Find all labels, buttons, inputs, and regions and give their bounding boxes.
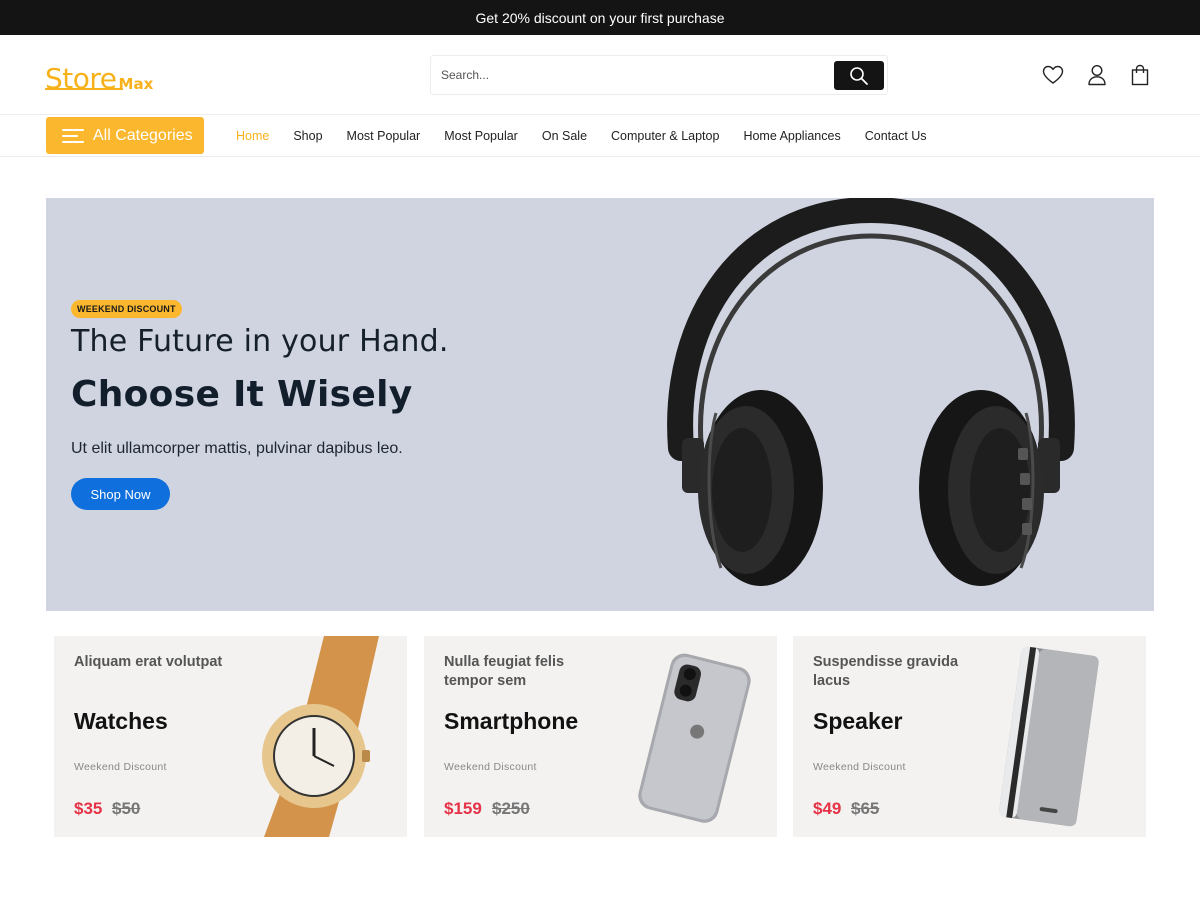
headphones-image bbox=[667, 198, 1075, 586]
cart-button[interactable] bbox=[1128, 63, 1152, 87]
card-old-price: $250 bbox=[492, 799, 530, 818]
product-card-watches[interactable]: Aliquam erat volutpat Watches Weekend Di… bbox=[54, 636, 407, 837]
shop-now-button[interactable]: Shop Now bbox=[71, 478, 170, 510]
menu-icon bbox=[62, 128, 84, 143]
shopping-bag-icon bbox=[1131, 64, 1149, 86]
nav-link-contact-us[interactable]: Contact Us bbox=[865, 129, 927, 143]
nav-links: Home Shop Most Popular Most Popular On S… bbox=[236, 115, 951, 157]
nav-link-most-popular[interactable]: Most Popular bbox=[347, 129, 421, 143]
all-categories-label: All Categories bbox=[93, 126, 193, 144]
card-tag: Weekend Discount bbox=[813, 761, 906, 773]
nav-link-on-sale[interactable]: On Sale bbox=[542, 129, 587, 143]
hero-title: Choose It Wisely bbox=[71, 374, 413, 415]
announcement-bar: Get 20% discount on your first purchase bbox=[0, 0, 1200, 35]
hero-description: Ut elit ullamcorper mattis, pulvinar dap… bbox=[71, 440, 403, 457]
main-nav: All Categories Home Shop Most Popular Mo… bbox=[0, 115, 1200, 157]
card-subtitle: Nulla feugiat felis tempor sem bbox=[444, 654, 565, 689]
card-subtitle: Aliquam erat volutpat bbox=[74, 654, 223, 670]
hero-banner: WEEKEND DISCOUNT The Future in your Hand… bbox=[46, 198, 1154, 611]
hero-badge: WEEKEND DISCOUNT bbox=[71, 300, 182, 318]
nav-link-home[interactable]: Home bbox=[236, 129, 269, 143]
card-old-price: $65 bbox=[851, 799, 880, 818]
account-button[interactable] bbox=[1085, 63, 1109, 87]
watch-image bbox=[262, 636, 379, 837]
logo[interactable]: Store Max bbox=[45, 57, 153, 93]
card-title: Smartphone bbox=[444, 708, 579, 734]
site-header: Store Max bbox=[0, 35, 1200, 115]
nav-link-home-appliances[interactable]: Home Appliances bbox=[743, 129, 840, 143]
smartphone-image bbox=[638, 653, 751, 823]
card-tag: Weekend Discount bbox=[74, 761, 167, 773]
logo-underline bbox=[45, 88, 123, 90]
card-title: Watches bbox=[74, 708, 168, 734]
card-price: $159 bbox=[444, 799, 482, 818]
logo-sub-text: Max bbox=[118, 75, 154, 93]
nav-link-shop[interactable]: Shop bbox=[293, 129, 322, 143]
announcement-text: Get 20% discount on your first purchase bbox=[475, 9, 725, 26]
user-icon bbox=[1088, 64, 1106, 86]
speaker-image bbox=[999, 646, 1099, 827]
nav-link-most-popular-2[interactable]: Most Popular bbox=[444, 129, 518, 143]
heart-icon bbox=[1042, 65, 1064, 84]
card-tag: Weekend Discount bbox=[444, 761, 537, 773]
card-title: Speaker bbox=[813, 708, 903, 734]
card-subtitle: Suspendisse gravida lacus bbox=[813, 654, 959, 689]
card-old-price: $50 bbox=[112, 799, 141, 818]
nav-link-computer-laptop[interactable]: Computer & Laptop bbox=[611, 129, 719, 143]
card-price: $35 bbox=[74, 799, 103, 818]
product-card-speaker[interactable]: Suspendisse gravida lacus Speaker Weeken… bbox=[793, 636, 1146, 837]
all-categories-button[interactable]: All Categories bbox=[46, 117, 204, 154]
product-card-smartphone[interactable]: Nulla feugiat felis tempor sem Smartphon… bbox=[424, 636, 777, 837]
search-bar bbox=[430, 55, 888, 95]
search-input[interactable] bbox=[441, 56, 821, 94]
wishlist-button[interactable] bbox=[1041, 63, 1065, 87]
card-price: $49 bbox=[813, 799, 842, 818]
search-icon bbox=[850, 66, 868, 85]
hero-subtitle: The Future in your Hand. bbox=[71, 324, 449, 359]
search-button[interactable] bbox=[834, 61, 884, 90]
